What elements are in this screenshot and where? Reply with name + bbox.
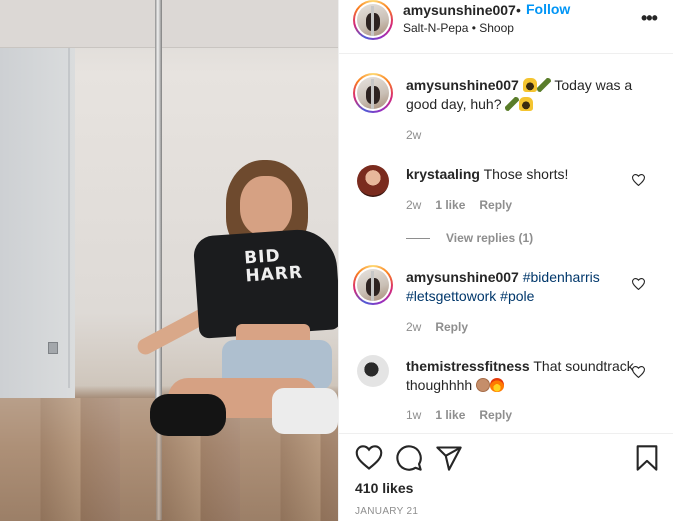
commenter-avatar[interactable] [357,165,389,197]
post-side-panel: amysunshine007 • Follow Salt-N-Pepa • Sh… [338,0,673,521]
comment-age: 1w [406,408,422,422]
audio-track-link[interactable]: Salt-N-Pepa • Shoop [403,21,514,35]
hashtag-link[interactable]: #pole [500,288,534,304]
dancer-boot [272,388,338,434]
shirt-text: BID HARR [243,246,304,287]
comment-meta: 2w 1 like Reply [406,198,526,212]
heart-icon[interactable] [632,278,645,290]
commenter-avatar[interactable] [357,355,389,387]
ceiling [0,0,338,48]
more-icon[interactable]: ••• [641,8,658,29]
fire-emoji [490,378,505,392]
crown-emoji [522,78,537,92]
wall-corner [68,48,70,388]
comment-text: amysunshine007 #bidenharris #letsgettowo… [406,268,638,306]
comment-meta: 1w 1 like Reply [406,408,526,422]
wall [0,48,75,398]
reply-button[interactable]: Reply [479,408,512,422]
wall-outlet [48,342,58,354]
caption-age: 2w [406,128,422,142]
dancer-kneepad [150,394,226,436]
replies-divider [406,238,430,240]
view-replies-label: View replies (1) [446,231,534,245]
comment-username[interactable]: themistressfitness [406,358,530,374]
bottle-emoji [505,97,520,111]
caption-meta: 2w [406,128,435,142]
crown-emoji [519,97,534,111]
bookmark-icon[interactable] [633,444,661,472]
dancer-shirt: BID HARR [192,227,338,339]
post-header: amysunshine007 • Follow Salt-N-Pepa • Sh… [339,0,673,54]
comment-age: 2w [406,320,422,334]
author-avatar[interactable] [353,0,393,40]
comments-list[interactable]: amysunshine007 Today was a good day, huh… [339,55,673,433]
author-username[interactable]: amysunshine007 [403,2,516,18]
comment-icon[interactable] [395,444,423,472]
view-replies-button[interactable]: View replies (1) [406,231,533,245]
dancer-face [240,176,292,236]
share-icon[interactable] [435,444,463,472]
post-media[interactable]: BID HARR [0,0,338,521]
hashtag-link[interactable]: #bidenharris [523,269,600,285]
comment-likes[interactable]: 1 like [435,408,465,422]
reply-button[interactable]: Reply [479,198,512,212]
follow-button[interactable]: Follow [526,1,570,17]
comment-username[interactable]: amysunshine007 [406,269,519,285]
comment-age: 2w [406,198,422,212]
hashtag-link[interactable]: #letsgettowork [406,288,496,304]
separator-dot: • [516,2,521,18]
likes-count[interactable]: 410 likes [355,480,413,496]
comment-text: themistressfitness That soundtrack thoug… [406,357,638,395]
reply-button[interactable]: Reply [435,320,468,334]
comment-username[interactable]: krystaaling [406,166,480,182]
bottle-emoji [536,78,551,92]
post-actions-footer: 410 likes JANUARY 21 [339,433,673,521]
comment-meta: 2w Reply [406,320,482,334]
comment-likes[interactable]: 1 like [435,198,465,212]
heart-icon[interactable] [632,366,645,378]
commenter-avatar[interactable] [353,265,393,305]
caption-text: amysunshine007 Today was a good day, huh… [406,76,638,114]
heart-icon[interactable] [632,174,645,186]
clap-emoji [476,378,491,392]
comment-text: krystaaling Those shorts! [406,165,638,184]
post-date: JANUARY 21 [355,506,419,517]
comment-body: Those shorts! [483,166,569,182]
caption-avatar[interactable] [353,73,393,113]
heart-icon[interactable] [355,444,383,472]
caption-username[interactable]: amysunshine007 [406,77,519,93]
